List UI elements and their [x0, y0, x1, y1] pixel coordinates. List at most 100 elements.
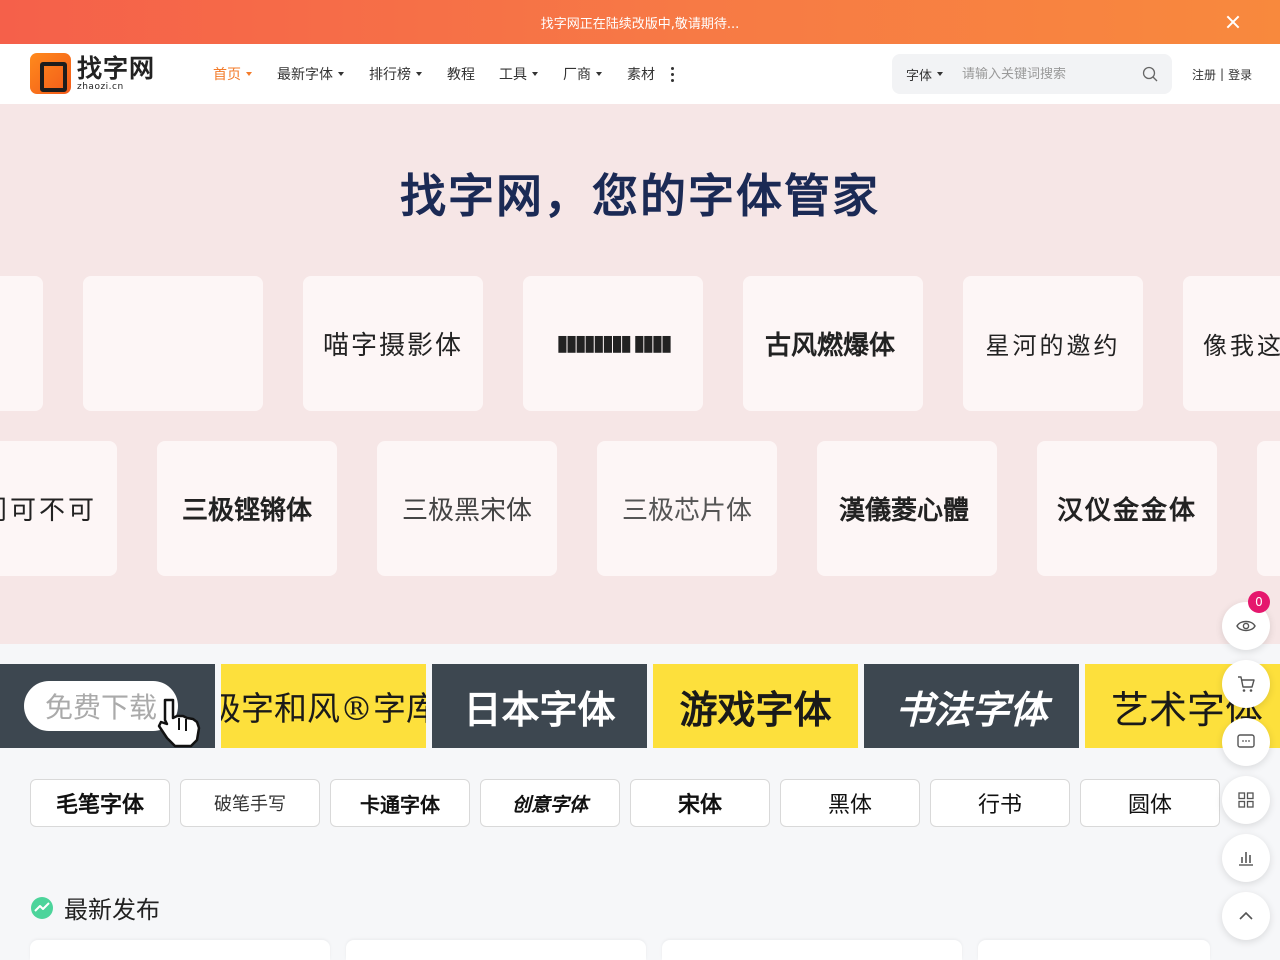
nav-latest-fonts-label: 最新字体 — [277, 67, 333, 83]
logo-domain: zhaozi.cn — [77, 81, 124, 92]
font-card[interactable]: 漢儀菱心體 — [817, 441, 997, 576]
font-card-label: ▮▮▮▮▮▮▮▮ ▮▮▮▮ — [556, 331, 672, 356]
search-icon[interactable] — [1142, 66, 1158, 82]
nav-home[interactable]: 首页 — [213, 64, 252, 84]
promo-tile[interactable]: 书法字体 — [864, 664, 1079, 748]
more-menu-icon[interactable] — [671, 66, 675, 82]
nav-tools[interactable]: 工具 — [499, 64, 538, 84]
nav-tutorials[interactable]: 教程 — [447, 64, 475, 84]
category-button[interactable]: 卡通字体 — [330, 779, 470, 827]
font-card[interactable]: 三极铿锵体 — [157, 441, 337, 576]
font-card-label: 汉仪金金体 — [1056, 496, 1197, 526]
search-type-label: 字体 — [906, 68, 933, 84]
category-label: 行书 — [977, 793, 1022, 818]
font-card-label: 三极铿锵体 — [181, 496, 312, 526]
hero-section: 找字网，您的字体管家 喵字摄影体 ▮▮▮▮▮▮▮▮ ▮▮▮▮ 古风燃爆体 星河的… — [0, 104, 1280, 644]
category-button[interactable]: 创意字体 — [480, 779, 620, 827]
register-link[interactable]: 注册 — [1192, 66, 1216, 83]
site-header: 找字网 zhaozi.cn 首页 最新字体 排行榜 教程 工具 厂商 素材 字体 — [0, 44, 1280, 104]
promo-tile-label: 极字和风®字库 — [221, 689, 426, 728]
category-label: 破笔手写 — [214, 794, 286, 815]
category-button[interactable]: 破笔手写 — [180, 779, 320, 827]
category-button[interactable]: 黑体 — [780, 779, 920, 827]
category-button[interactable]: 宋体 — [630, 779, 770, 827]
hero-title: 找字网，您的字体管家 — [400, 169, 880, 223]
free-download-tile[interactable]: 免费下载 — [0, 664, 215, 748]
logo-name: 找字网 — [77, 53, 156, 83]
category-label: 圆体 — [1127, 793, 1172, 818]
promo-tile-label: 日本字体 — [463, 687, 616, 732]
font-card[interactable]: 像我这 — [1183, 276, 1280, 411]
font-card-label: 三极黑宋体 — [401, 496, 532, 526]
category-label: 创意字体 — [511, 793, 588, 816]
font-card-label: 漢儀菱心體 — [839, 496, 970, 526]
category-button[interactable]: 行书 — [930, 779, 1070, 827]
nav-materials-label: 素材 — [627, 67, 655, 83]
eye-icon — [1236, 620, 1256, 632]
nav-ranking-label: 排行榜 — [369, 67, 411, 83]
nav-vendors[interactable]: 厂商 — [563, 64, 602, 84]
font-card[interactable]: 门可不可 — [0, 441, 117, 576]
promo-tile[interactable]: 日本字体 — [432, 664, 647, 748]
main-nav: 首页 最新字体 排行榜 教程 工具 厂商 素材 — [213, 44, 675, 104]
grid-icon — [1238, 792, 1254, 808]
latest-title: 最新发布 — [64, 896, 160, 924]
close-icon[interactable] — [1224, 13, 1242, 31]
search-type-select[interactable]: 字体 — [892, 65, 962, 84]
message-button[interactable] — [1222, 718, 1270, 766]
category-label: 宋体 — [677, 792, 722, 818]
promo-tile-label: 书法字体 — [895, 686, 1048, 732]
promo-tile[interactable]: 极字和风®字库 — [221, 664, 426, 748]
font-card-label: 古风燃爆体 — [765, 331, 896, 361]
category-button[interactable]: 圆体 — [1080, 779, 1220, 827]
search-input[interactable] — [962, 66, 1132, 82]
message-icon — [1237, 734, 1255, 748]
login-link[interactable]: 登录 — [1228, 66, 1252, 83]
auth-links: 注册 | 登录 — [1192, 44, 1252, 104]
category-label: 毛笔字体 — [55, 792, 144, 818]
font-card[interactable]: ▮▮▮▮▮▮▮▮ ▮▮▮▮ — [523, 276, 703, 411]
font-card[interactable]: 汉仪金金体 — [1037, 441, 1217, 576]
cart-count-badge: 0 — [1248, 591, 1270, 613]
promo-tile[interactable]: 游戏字体 — [653, 664, 858, 748]
auth-separator: | — [1220, 67, 1225, 81]
back-to-top-button[interactable] — [1222, 892, 1270, 940]
font-card[interactable] — [83, 276, 263, 411]
font-card-preview[interactable] — [978, 940, 1210, 960]
nav-materials[interactable]: 素材 — [627, 64, 655, 84]
cart-button[interactable] — [1222, 660, 1270, 708]
apps-button[interactable] — [1222, 776, 1270, 824]
font-card[interactable]: 星河的邀约 — [963, 276, 1143, 411]
chevron-down-icon — [937, 72, 944, 76]
font-card[interactable]: 喵字摄影体 — [303, 276, 483, 411]
stats-button[interactable] — [1222, 834, 1270, 882]
category-button[interactable]: 毛笔字体 — [30, 779, 170, 827]
nav-vendors-label: 厂商 — [563, 67, 591, 83]
search-box: 字体 — [892, 54, 1172, 94]
font-card-label: 星河的邀约 — [985, 332, 1121, 360]
chevron-up-icon — [1239, 911, 1253, 920]
font-card-preview[interactable] — [346, 940, 646, 960]
font-card-label: 三极芯片体 — [621, 496, 752, 526]
font-card-preview[interactable] — [30, 940, 330, 960]
category-label: 黑体 — [827, 793, 872, 818]
chevron-down-icon — [596, 72, 602, 76]
cart-icon — [1238, 676, 1255, 692]
nav-latest-fonts[interactable]: 最新字体 — [277, 64, 344, 84]
nav-ranking[interactable]: 排行榜 — [369, 64, 422, 84]
chevron-down-icon — [246, 72, 252, 76]
font-card-preview[interactable] — [662, 940, 962, 960]
font-card[interactable]: 古风燃爆体 — [743, 276, 923, 411]
nav-tools-label: 工具 — [499, 67, 527, 83]
trend-icon — [31, 896, 53, 919]
chevron-down-icon — [416, 72, 422, 76]
bar-chart-icon — [1239, 852, 1253, 866]
chevron-down-icon — [532, 72, 538, 76]
notice-bar: 找字网正在陆续改版中,敬请期待... — [0, 0, 1280, 44]
font-card[interactable] — [1257, 441, 1280, 576]
site-logo[interactable]: 找字网 zhaozi.cn — [30, 53, 155, 94]
font-card[interactable] — [0, 276, 43, 411]
font-card[interactable]: 三极芯片体 — [597, 441, 777, 576]
chevron-down-icon — [338, 72, 344, 76]
font-card[interactable]: 三极黑宋体 — [377, 441, 557, 576]
